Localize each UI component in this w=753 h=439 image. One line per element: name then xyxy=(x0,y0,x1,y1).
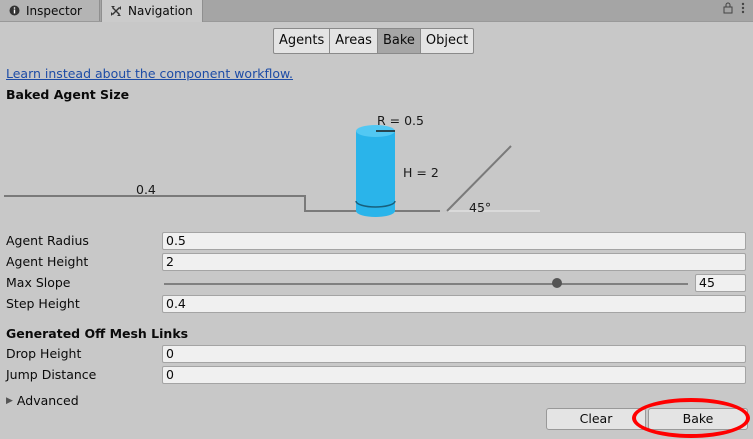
agent-radius-field[interactable]: 0.5 xyxy=(162,232,746,250)
slope-label: 45° xyxy=(469,200,491,215)
navigation-panel: Agents Areas Bake Object Learn instead a… xyxy=(0,22,753,439)
tab-agents[interactable]: Agents xyxy=(274,29,331,53)
navigation-icon xyxy=(110,5,122,17)
tab-bake[interactable]: Bake xyxy=(377,29,421,53)
baked-agent-size-title: Baked Agent Size xyxy=(6,87,130,102)
agent-size-diagram: R = 0.5 H = 2 0.4 45° xyxy=(0,102,753,227)
off-mesh-links-title: Generated Off Mesh Links xyxy=(6,326,189,341)
navigation-mode-toggle: Agents Areas Bake Object xyxy=(273,28,475,54)
height-label: H = 2 xyxy=(403,165,439,180)
radius-label: R = 0.5 xyxy=(377,113,424,128)
step-height-field[interactable]: 0.4 xyxy=(162,295,746,313)
agent-radius-row: Agent Radius 0.5 xyxy=(0,231,753,252)
agent-height-label: Agent Height xyxy=(6,254,89,269)
max-slope-slider-thumb[interactable] xyxy=(552,278,562,288)
menu-icon[interactable] xyxy=(741,2,745,17)
tab-areas[interactable]: Areas xyxy=(330,29,378,53)
jump-distance-field[interactable]: 0 xyxy=(162,366,746,384)
advanced-foldout[interactable]: ▶ Advanced xyxy=(6,393,79,408)
window-controls xyxy=(723,2,745,17)
tab-bar: Inspector Navigation xyxy=(0,0,753,22)
drop-height-row: Drop Height 0 xyxy=(0,344,753,365)
max-slope-label: Max Slope xyxy=(6,275,71,290)
advanced-label: Advanced xyxy=(16,393,79,408)
max-slope-slider[interactable] xyxy=(164,283,688,285)
component-workflow-link[interactable]: Learn instead about the component workfl… xyxy=(6,66,293,81)
step-label: 0.4 xyxy=(136,182,156,197)
tab-navigation[interactable]: Navigation xyxy=(101,0,203,22)
agent-height-row: Agent Height 2 xyxy=(0,252,753,273)
drop-height-field[interactable]: 0 xyxy=(162,345,746,363)
info-icon xyxy=(8,5,20,17)
tab-navigation-label: Navigation xyxy=(128,4,193,18)
step-height-label: Step Height xyxy=(6,296,80,311)
drop-height-label: Drop Height xyxy=(6,346,82,361)
jump-distance-row: Jump Distance 0 xyxy=(0,365,753,386)
tab-object[interactable]: Object xyxy=(421,29,473,53)
lock-icon[interactable] xyxy=(723,2,733,17)
foldout-arrow-icon: ▶ xyxy=(6,395,13,406)
step-height-row: Step Height 0.4 xyxy=(0,294,753,315)
tab-inspector-label: Inspector xyxy=(26,3,82,18)
max-slope-field[interactable]: 45 xyxy=(695,274,746,292)
bake-button[interactable]: Bake xyxy=(648,408,748,430)
jump-distance-label: Jump Distance xyxy=(6,367,97,382)
agent-cylinder xyxy=(355,125,396,217)
agent-height-field[interactable]: 2 xyxy=(162,253,746,271)
max-slope-row: Max Slope 45 xyxy=(0,273,753,294)
tab-inspector[interactable]: Inspector xyxy=(0,0,100,21)
clear-button[interactable]: Clear xyxy=(546,408,646,430)
agent-radius-label: Agent Radius xyxy=(6,233,89,248)
